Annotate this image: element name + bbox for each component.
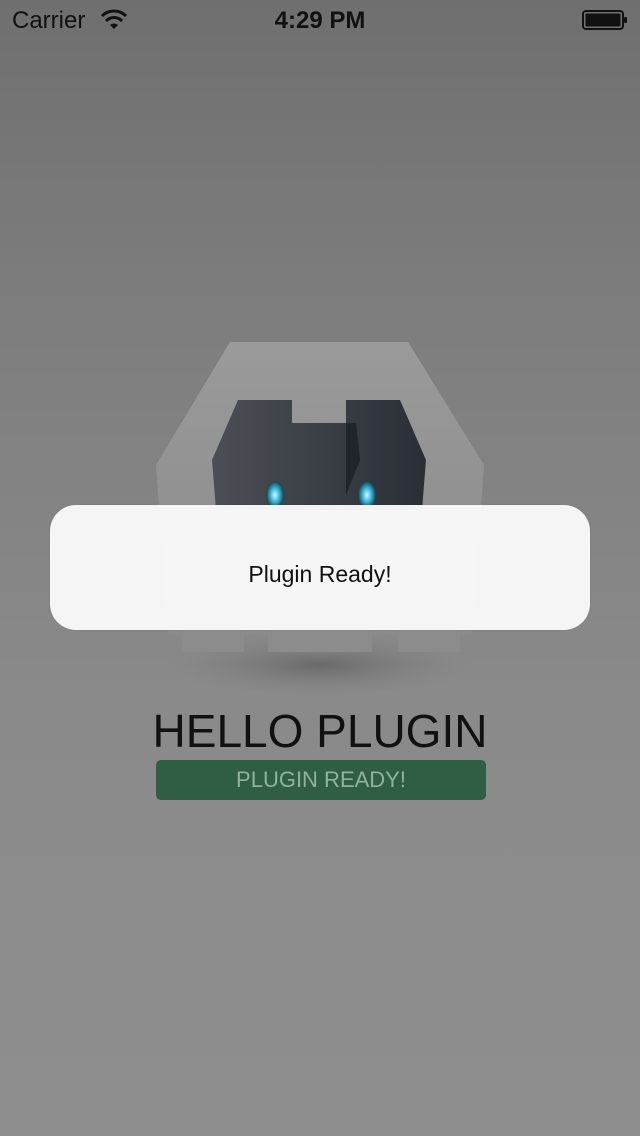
clock: 4:29 PM — [274, 7, 366, 34]
alert-message: Plugin Ready! — [248, 561, 392, 587]
app-screen: Carrier 4:29 PM HELLO PLUGIN PLUGIN READ… — [0, 0, 640, 1136]
status-bar: Carrier 4:29 PM — [0, 0, 640, 40]
status-badge: PLUGIN READY! — [156, 760, 486, 800]
page-title: HELLO PLUGIN — [152, 705, 488, 757]
alert-dialog[interactable]: Plugin Ready! — [50, 505, 590, 630]
battery-icon — [582, 10, 627, 30]
